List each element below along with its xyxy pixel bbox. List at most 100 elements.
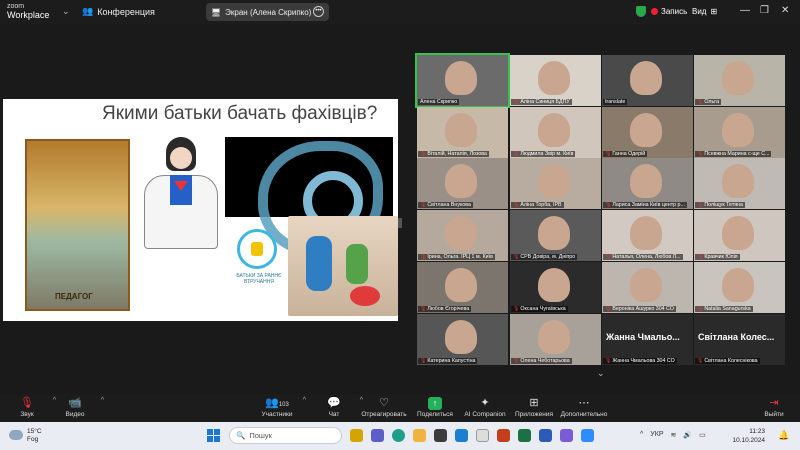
maximize-icon[interactable]: ❐ — [760, 5, 769, 16]
resize-handle[interactable] — [398, 218, 402, 228]
edge-icon[interactable] — [392, 429, 405, 442]
excel-icon[interactable] — [518, 429, 531, 442]
participant-tile[interactable]: 🎙 Віталій, Наталія, Лозова — [417, 106, 508, 158]
shield-icon[interactable] — [636, 6, 646, 17]
scroll-down-icon[interactable]: ⌄ — [597, 368, 605, 379]
participant-tile[interactable]: 🎙 Оксана Чугаївська — [510, 261, 601, 313]
participant-tile[interactable]: 🎙 Катерина Капустіна — [417, 313, 508, 365]
volume-icon[interactable]: 🔊 — [683, 431, 692, 439]
more-button[interactable]: ⋯ Дополнительно — [549, 397, 619, 418]
widget-app-icon[interactable] — [350, 429, 363, 442]
participant-tile[interactable]: 🎙 Олена Чеботарьова — [510, 313, 601, 365]
participant-name: 🎙 Ірина, Ольга. ІРЦ 1 м. Київ — [418, 254, 495, 261]
zoom-logo-bottom: Workplace — [7, 10, 50, 20]
participant-tile[interactable]: 🎙 Ірина, Ольга. ІРЦ 1 м. Київ — [417, 210, 508, 262]
participant-name: 🎙 Ганна Одерій — [603, 150, 648, 157]
mic-muted-icon: 🎙 — [513, 202, 520, 209]
participant-name-text: Оксана Чугаївська — [520, 305, 566, 312]
store-icon[interactable] — [434, 429, 447, 442]
windows-start-icon[interactable] — [207, 429, 220, 442]
chat-label: Чат — [328, 411, 340, 418]
participant-avatar — [445, 164, 477, 199]
participant-tile[interactable]: 🎙 Поліщук Тетяна — [694, 158, 785, 210]
participant-tile[interactable]: 🎙 Людмила Звір м. Київ — [510, 106, 601, 158]
participant-tile[interactable]: Жанна Чмальо... 🎙 Жанна Чмальова 304 СО — [602, 313, 693, 365]
participant-tile[interactable]: Алена Скрипко — [415, 53, 510, 108]
participant-tile[interactable]: Світлана Колес... 🎙 Світлана Колеснікова — [694, 313, 785, 365]
leave-button[interactable]: ⇥ Выйти — [739, 397, 800, 418]
word-icon[interactable] — [539, 429, 552, 442]
mic-muted-icon: 🎙 — [420, 254, 427, 261]
participant-tile[interactable]: 🎙 Кравчик Юлія — [694, 210, 785, 262]
system-tray[interactable]: ^ УКР ≋ 🔊 ▭ — [640, 431, 706, 439]
participants-label: Участники — [261, 411, 293, 418]
participant-name-text: Псевжна Марина с-ще С... — [704, 150, 770, 157]
chevron-down-icon[interactable]: ⌄ — [62, 6, 70, 17]
minimize-icon[interactable]: — — [740, 5, 750, 16]
logo-text: БАТЬКИ ЗА РАННЄ ВТРУЧАННЯ — [236, 273, 282, 285]
chevron-up-icon[interactable]: ^ — [101, 397, 104, 404]
wifi-icon[interactable]: ≋ — [671, 431, 677, 439]
mic-muted-icon: 🎙 — [420, 357, 427, 364]
participant-tile[interactable]: 🎙 СРВ Довіра, м. Дніпро — [510, 210, 601, 262]
participant-tile[interactable]: 🎙 Ольга — [694, 55, 785, 106]
participant-tile[interactable]: 🎙 Любов Єгорічева — [417, 261, 508, 313]
powerpoint-icon[interactable] — [497, 429, 510, 442]
meeting-toolbar: 🎙 Звук ^ 📹 Видео ^ 👥103 Участники ^ 💬 Чат ^ ♡ Отр… — [0, 394, 800, 422]
participant-tile[interactable]: 🎙 Аліна Синиця БДПУ — [510, 55, 601, 106]
mic-muted-icon: 🎙 — [513, 150, 520, 157]
viber-icon[interactable] — [560, 429, 573, 442]
mic-muted-icon: 🎙 — [697, 305, 704, 312]
mic-muted-icon: 🎙 — [605, 254, 612, 261]
participant-tile[interactable]: 🎙 Наталья, Олена, Любов Л... — [602, 210, 693, 262]
clock-date: 10.10.2024 — [732, 437, 765, 444]
notification-bell-icon[interactable]: 🔔 — [778, 430, 789, 441]
participant-tile[interactable]: 🎙 Псевжна Марина с-ще С... — [694, 106, 785, 158]
outlook-icon[interactable] — [455, 429, 468, 442]
participant-tile[interactable]: 🎙 Аліна Торба, ІРВ — [510, 158, 601, 210]
participant-name: 🎙 Любов Єгорічева — [418, 305, 472, 312]
view-button[interactable]: Вид ⊞ — [692, 7, 717, 16]
participant-avatar — [722, 164, 754, 199]
participant-name: 🎙 Людмила Звір м. Київ — [511, 150, 576, 157]
participant-name: 🎙 Аліна Синиця БДПУ — [511, 99, 572, 105]
close-icon[interactable]: ✕ — [781, 5, 789, 16]
participant-name: 🎙 Псевжна Марина с-ще С... — [695, 150, 772, 157]
participant-name: 🎙 Олена Чеботарьова — [511, 357, 572, 364]
participant-tile[interactable]: 🎙 Світлана Внукова — [417, 158, 508, 210]
camera-icon: 📹 — [68, 397, 82, 409]
participant-avatar — [538, 216, 570, 251]
teams-icon[interactable] — [371, 429, 384, 442]
participant-tile[interactable]: 🎙 Вероніка Ашурко 304 СО — [602, 261, 693, 313]
clock[interactable]: 11:23 10.10.2024 — [720, 427, 765, 445]
zoom-taskbar-icon[interactable] — [581, 429, 594, 442]
participant-tile[interactable]: translate — [602, 55, 693, 106]
participant-tile[interactable]: 🎙 Ганна Одерій — [602, 106, 693, 158]
record-indicator[interactable]: Запись — [651, 7, 687, 16]
more-icon: ⋯ — [578, 397, 590, 409]
screen-share-pill[interactable]: 🖥 Экран (Алена Скрипко) ••• — [206, 3, 329, 21]
people-icon: 👥 — [82, 6, 94, 16]
weather-widget[interactable]: 15°C Fog — [9, 428, 42, 444]
share-label: Поделиться — [417, 411, 453, 418]
slide-title: Якими батьки бачать фахівців? — [102, 103, 378, 124]
chevron-up-icon[interactable]: ^ — [640, 431, 643, 439]
explorer-icon[interactable] — [413, 429, 426, 442]
video-button[interactable]: 📹 Видео ^ — [40, 397, 110, 418]
participant-tile[interactable]: 🎙 Natalia Sanagurska — [694, 261, 785, 313]
apps-label: Приложения — [514, 411, 554, 418]
participant-tile[interactable]: 🎙 Лариса Заміна Київ центр р... — [602, 158, 693, 210]
more-icon[interactable]: ••• — [313, 6, 324, 17]
participant-avatar — [722, 61, 754, 95]
participant-avatar — [445, 216, 477, 251]
app-icon[interactable] — [476, 429, 489, 442]
meeting-info[interactable]: 👥 Конференция — [82, 6, 155, 17]
participant-name: 🎙 Кравчик Юлія — [695, 254, 740, 261]
video-label: Видео — [65, 411, 85, 418]
lang-indicator[interactable]: УКР — [650, 431, 663, 439]
participant-name-text: Ганна Одерій — [612, 150, 646, 157]
participant-name-text: Кравчик Юлія — [704, 254, 738, 261]
battery-icon[interactable]: ▭ — [699, 431, 706, 439]
mic-muted-icon: 🎙 — [605, 305, 612, 312]
taskbar-search[interactable]: 🔍 Пошук — [229, 427, 342, 444]
